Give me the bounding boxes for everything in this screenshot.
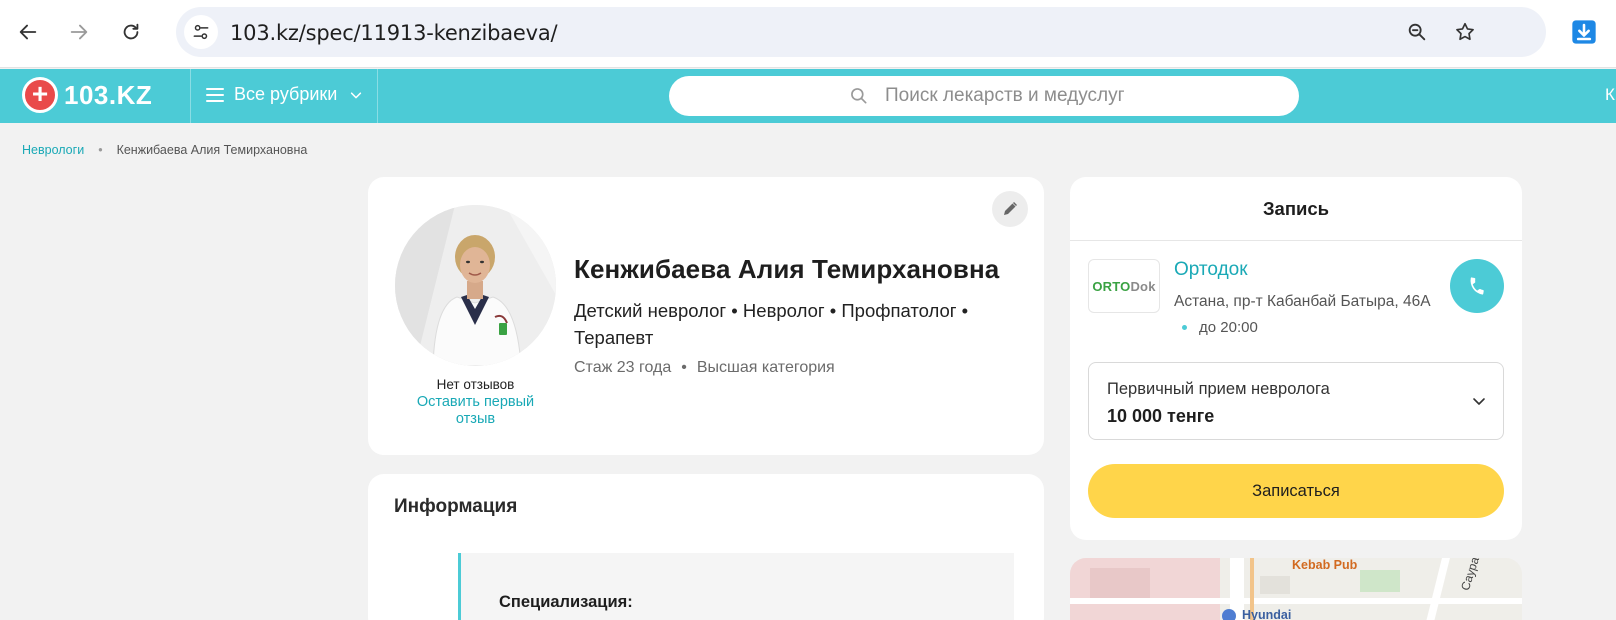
map-label-street: Сауран: [1458, 558, 1485, 593]
booking-title: Запись: [1070, 177, 1522, 241]
map-label-kebab-pub[interactable]: Kebab Pub: [1292, 558, 1357, 572]
pencil-icon: [1004, 201, 1018, 215]
menu-icon: [206, 87, 224, 102]
forward-button[interactable]: [64, 17, 94, 47]
url-text[interactable]: 103.kz/spec/11913-kenzibaeva/: [230, 21, 558, 45]
specialization-block: Специализация:: [458, 553, 1014, 620]
phone-icon: [1470, 277, 1484, 295]
map-road: [1070, 598, 1522, 604]
red-cross-icon: +: [22, 77, 58, 113]
clinic-hours: до 20:00: [1182, 319, 1258, 336]
information-card: Информация Специализация:: [368, 474, 1044, 620]
doctor-photo: [395, 205, 556, 366]
address-bar[interactable]: 103.kz/spec/11913-kenzibaeva/: [176, 7, 1546, 57]
service-price: 10 000 тенге: [1107, 406, 1215, 426]
bookmark-button[interactable]: [1452, 19, 1478, 45]
doctor-name: Кенжибаева Алия Темирхановна: [574, 254, 1000, 284]
map-pin-icon: [1222, 609, 1236, 620]
map-park: [1360, 570, 1400, 592]
breadcrumb: Неврологи • Кенжибаева Алия Темирхановна: [22, 143, 307, 157]
edit-profile-button[interactable]: [992, 191, 1028, 227]
zoom-icon: [1408, 23, 1426, 41]
logo-text: 103.KZ: [64, 79, 153, 110]
header-right-cut-text[interactable]: К: [1605, 85, 1615, 105]
tune-icon: [193, 24, 209, 40]
map-road: [1422, 558, 1450, 620]
zoom-button[interactable]: [1404, 19, 1430, 45]
service-name: Первичный прием невролога: [1107, 380, 1330, 398]
map-label-hyundai[interactable]: Hyundai: [1242, 608, 1291, 620]
clinic-hours-text: до 20:00: [1199, 319, 1258, 336]
clinic-name-link[interactable]: Ортодок: [1174, 259, 1248, 281]
reload-button[interactable]: [116, 17, 146, 47]
arrow-right-icon: [70, 24, 88, 40]
clinic-map[interactable]: Kebab Pub Hyundai Сауран: [1070, 558, 1522, 620]
experience-text: Стаж 23 года: [574, 359, 672, 376]
clinic-logo-part2: Dok: [1130, 278, 1156, 294]
specialization-label: Специализация:: [499, 593, 633, 611]
clinic-logo-part1: ORTO: [1092, 278, 1131, 294]
rubrics-label: Все рубрики: [234, 84, 338, 104]
booking-card: Запись ORTO Dok Ортодок Астана, пр-т Каба…: [1070, 177, 1522, 540]
leave-first-review-link[interactable]: Оставить первый отзыв: [405, 394, 546, 429]
chevron-down-icon: [1473, 398, 1485, 405]
map-building: [1260, 576, 1290, 594]
breadcrumb-link-neurologists[interactable]: Неврологи: [22, 143, 84, 157]
call-button[interactable]: [1450, 259, 1504, 313]
meta-separator: •: [681, 359, 687, 376]
information-title: Информация: [394, 496, 518, 517]
download-icon: [1572, 20, 1596, 44]
doctor-specialties: Детский невролог • Невролог • Профпатоло…: [574, 300, 969, 348]
chevron-down-icon: [351, 91, 362, 98]
doctor-profile-card: Нет отзывов Оставить первый отзыв Кенжиб…: [368, 177, 1044, 455]
browser-toolbar: 103.kz/spec/11913-kenzibaeva/: [0, 0, 1616, 68]
service-select[interactable]: Первичный прием невролога 10 000 тенге: [1088, 362, 1504, 440]
download-button[interactable]: [1568, 16, 1600, 48]
no-reviews-text: Нет отзывов: [436, 377, 515, 392]
star-icon: [1456, 22, 1474, 41]
clinic-logo[interactable]: ORTO Dok: [1088, 259, 1160, 313]
doctor-meta: Стаж 23 года • Высшая категория: [574, 359, 835, 377]
reload-icon: [123, 23, 139, 40]
book-appointment-button[interactable]: Записаться: [1088, 464, 1504, 518]
map-building: [1090, 568, 1150, 598]
logo-symbol: +: [31, 78, 49, 109]
all-rubrics-menu[interactable]: Все рубрики: [206, 84, 363, 105]
search-input[interactable]: [885, 85, 1265, 107]
header-divider: [190, 69, 191, 123]
site-logo[interactable]: + 103.KZ: [22, 77, 152, 113]
search-box[interactable]: [669, 76, 1299, 116]
category-text: Высшая категория: [696, 359, 835, 376]
doctor-portrait-icon: [395, 205, 556, 366]
search-icon: [851, 88, 867, 104]
site-header: + 103.KZ Все рубрики К: [0, 69, 1616, 123]
breadcrumb-current: Кенжибаева Алия Темирхановна: [116, 143, 308, 157]
arrow-left-icon: [19, 24, 37, 40]
site-info-button[interactable]: [184, 15, 218, 49]
clinic-address: Астана, пр-т Кабанбай Батыра, 46А: [1174, 293, 1431, 310]
open-status-dot-icon: [1182, 325, 1187, 330]
back-button[interactable]: [13, 17, 43, 47]
breadcrumb-separator: •: [98, 143, 103, 157]
header-divider: [377, 69, 378, 123]
